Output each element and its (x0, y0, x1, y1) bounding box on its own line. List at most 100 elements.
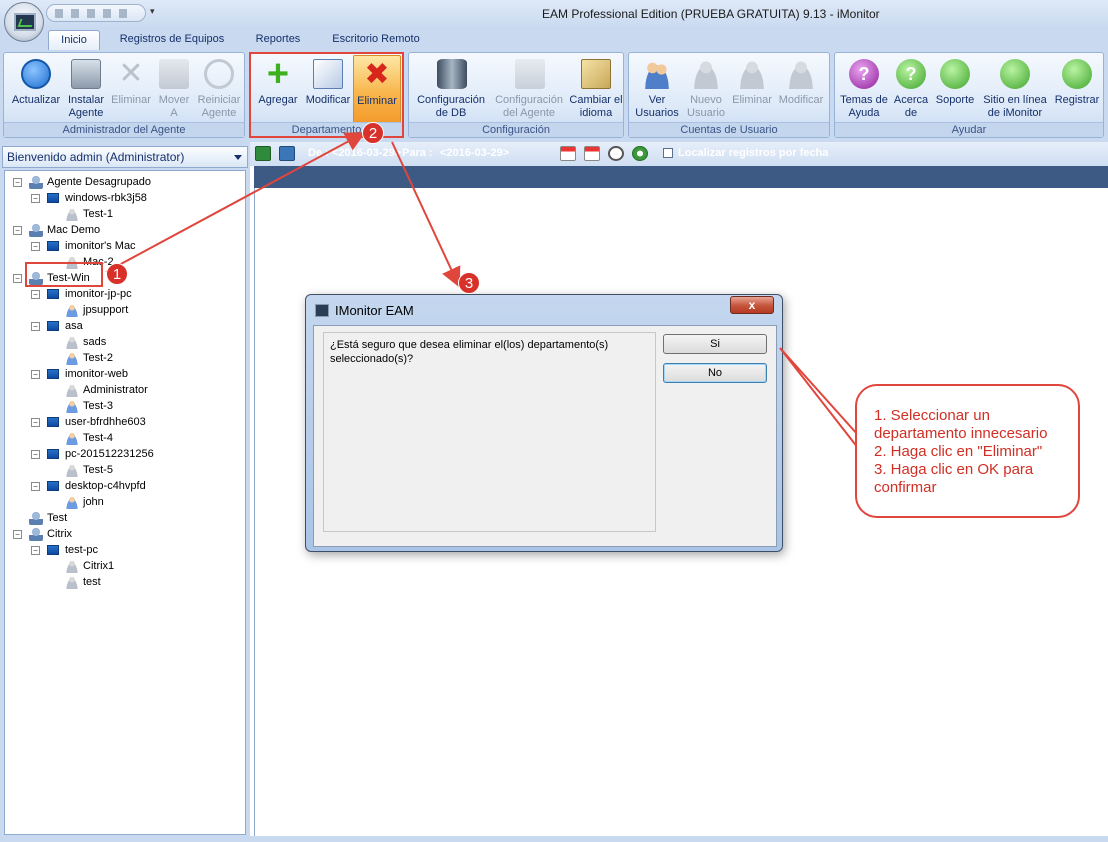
tree-node-label: test (83, 576, 101, 588)
calendar-range-icon[interactable] (584, 146, 600, 161)
step-badge-1: 1 (106, 263, 128, 285)
tab-escritorio-remoto[interactable]: Escritorio Remoto (322, 30, 430, 50)
group-label-cuentas: Cuentas de Usuario (629, 122, 829, 137)
collapse-icon[interactable]: − (31, 450, 40, 459)
tree-node-label: Test-4 (83, 432, 113, 444)
tree-node-label: user-bfrdhhe603 (65, 416, 146, 428)
clock-icon[interactable] (608, 146, 624, 161)
tree-node-label: windows-rbk3j58 (65, 192, 147, 204)
quick-access-toolbar[interactable] (46, 4, 146, 22)
collapse-icon[interactable]: − (31, 290, 40, 299)
user-offline-icon (65, 208, 79, 221)
tree-node-label: Test-5 (83, 464, 113, 476)
dialog-title: IMonitor EAM (335, 303, 414, 318)
computer-icon (47, 417, 59, 427)
install-agent-icon (71, 59, 101, 89)
edit-user-icon (786, 59, 816, 89)
configuracion-agente-button[interactable]: Configuración del Agente (489, 53, 569, 123)
tab-reportes[interactable]: Reportes (248, 30, 308, 50)
registrar-button[interactable]: Registrar (1051, 53, 1103, 123)
sitio-en-linea-button[interactable]: Sitio en línea de iMonitor (979, 53, 1051, 123)
tab-inicio[interactable]: Inicio (48, 30, 100, 50)
configuracion-db-button[interactable]: Configuración de DB (413, 53, 489, 123)
collapse-icon[interactable]: − (31, 546, 40, 555)
excel-export-icon[interactable] (255, 146, 271, 161)
group-label-administrador: Administrador del Agente (4, 122, 244, 137)
collapse-icon[interactable]: − (13, 226, 22, 235)
collapse-icon[interactable]: − (31, 482, 40, 491)
go-icon[interactable] (632, 146, 648, 161)
group-label-configuracion: Configuración (409, 122, 623, 137)
quick-access-dropdown[interactable]: ▾ (150, 6, 155, 17)
records-toolbar: De : <2016-03-29> Para : <2016-03-29> Lo… (250, 142, 1108, 166)
cart-icon (1062, 59, 1092, 89)
highlight-test-win (25, 262, 103, 287)
home-icon (1000, 59, 1030, 89)
mover-a-button[interactable]: Mover A (154, 53, 194, 123)
collapse-icon[interactable]: − (13, 530, 22, 539)
date-de-label: De : (308, 147, 329, 159)
user-offline-icon (65, 384, 79, 397)
locate-by-date-checkbox[interactable] (663, 148, 673, 158)
collapse-icon[interactable]: − (31, 370, 40, 379)
collapse-icon[interactable]: − (31, 322, 40, 331)
eliminar-usuario-button[interactable]: Eliminar (729, 53, 775, 123)
collapse-icon[interactable]: − (13, 274, 22, 283)
window-title: EAM Professional Edition (PRUEBA GRATUIT… (542, 7, 880, 21)
yes-button[interactable]: Si (663, 334, 767, 354)
tree-node-label: Citrix (47, 528, 73, 540)
agent-settings-icon (515, 59, 545, 89)
tree-node-label: Test-1 (83, 208, 113, 220)
database-icon (437, 59, 467, 89)
reiniciar-agente-button[interactable]: Reiniciar Agente (194, 53, 244, 123)
collapse-icon[interactable]: − (31, 418, 40, 427)
application-menu-button[interactable] (4, 2, 44, 42)
instalar-agente-button[interactable]: Instalar Agente (64, 53, 108, 123)
user-online-icon (65, 432, 79, 445)
tree-node-label: sads (83, 336, 107, 348)
new-user-icon (691, 59, 721, 89)
tab-registros-de-equipos[interactable]: Registros de Equipos (110, 30, 234, 50)
group-cuentas-usuario: Ver Usuarios Nuevo Usuario Eliminar Modi… (628, 52, 830, 138)
collapse-icon[interactable]: − (31, 194, 40, 203)
no-button[interactable]: No (663, 363, 767, 383)
image-export-icon[interactable] (279, 146, 295, 161)
collapse-icon[interactable]: − (31, 242, 40, 251)
chevron-down-icon (234, 155, 242, 160)
tree-node-label: john (83, 496, 104, 508)
step-badge-2: 2 (362, 122, 384, 144)
acerca-de-button[interactable]: ? Acerca de (891, 53, 931, 123)
computer-icon (47, 193, 59, 203)
users-icon (642, 59, 672, 89)
user-online-icon (65, 304, 79, 317)
date-to[interactable]: <2016-03-29> (440, 147, 509, 159)
welcome-dropdown[interactable]: Bienvenido admin (Administrator) (2, 146, 248, 168)
date-from[interactable]: <2016-03-29> (332, 147, 401, 159)
computer-icon (47, 481, 59, 491)
nuevo-usuario-button[interactable]: Nuevo Usuario (683, 53, 729, 123)
actualizar-button[interactable]: Actualizar (6, 53, 66, 123)
soporte-button[interactable]: Soporte (931, 53, 979, 123)
ver-usuarios-button[interactable]: Ver Usuarios (631, 53, 683, 123)
tree-node-label: imonitor's Mac (65, 240, 136, 252)
welcome-text: Bienvenido admin (Administrator) (7, 150, 185, 164)
user-online-icon (65, 496, 79, 509)
cambiar-idioma-button[interactable]: Cambiar el idioma (569, 53, 623, 123)
collapse-icon[interactable]: − (13, 178, 22, 187)
tree-node-label: Mac Demo (47, 224, 101, 236)
user-online-icon (65, 352, 79, 365)
modificar-usuario-button[interactable]: Modificar (775, 53, 827, 123)
callout-step-2: 2. Haga clic en "Eliminar" (874, 443, 1043, 460)
close-button[interactable]: x (730, 296, 774, 314)
group-icon (29, 512, 43, 525)
refresh-icon (21, 59, 51, 89)
monitor-icon (14, 13, 36, 31)
computer-icon (47, 369, 59, 379)
eliminar-agente-button[interactable]: ✕ Eliminar (108, 53, 154, 123)
calendar-icon[interactable] (560, 146, 576, 161)
status-strip (0, 836, 1108, 842)
support-icon (940, 59, 970, 89)
temas-ayuda-button[interactable]: ? Temas de Ayuda (837, 53, 891, 123)
step-badge-3: 3 (458, 272, 480, 294)
language-icon (581, 59, 611, 89)
